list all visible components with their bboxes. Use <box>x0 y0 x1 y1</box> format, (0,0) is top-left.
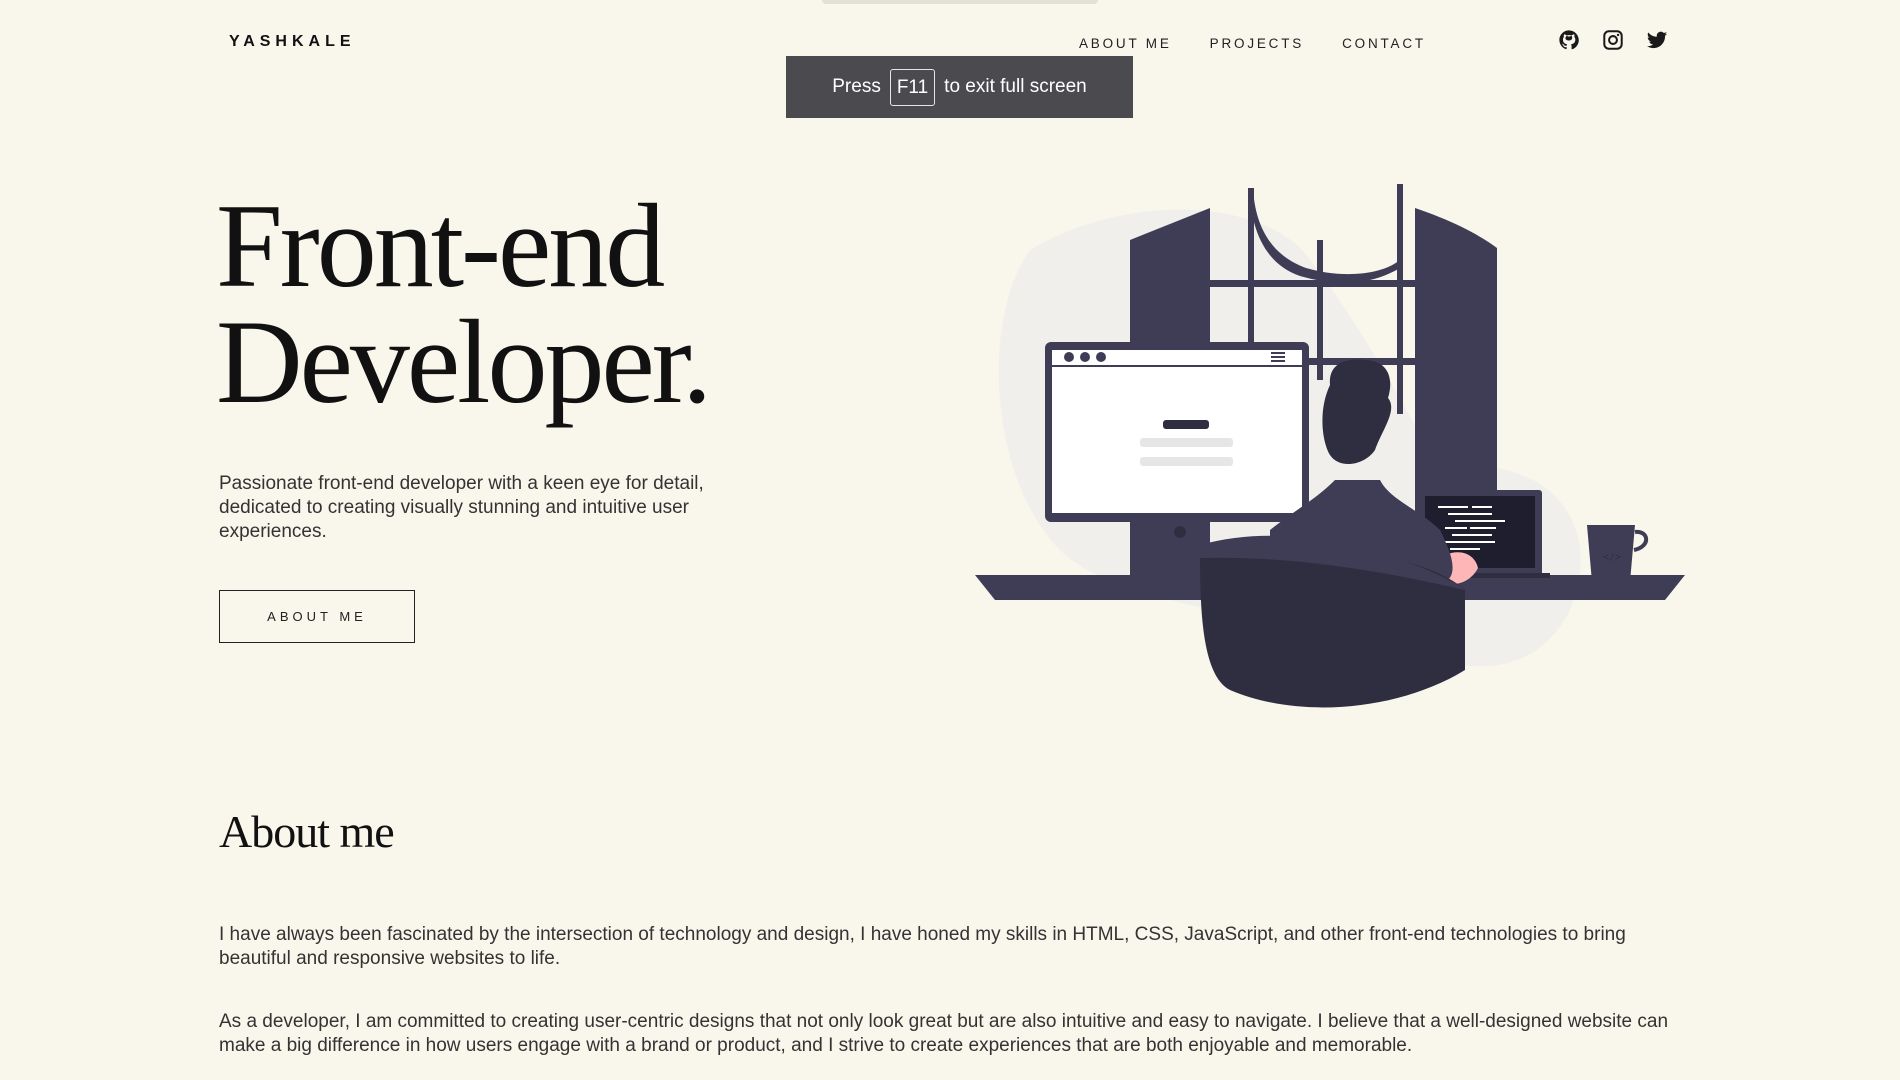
about-section-title: About me <box>219 806 395 857</box>
site-logo[interactable]: YASHKALE <box>229 33 356 51</box>
nav-contact[interactable]: CONTACT <box>1342 36 1426 51</box>
hero-description: Passionate front-end developer with a ke… <box>219 473 704 542</box>
toast-rest-text: to exit full screen <box>944 76 1087 97</box>
page: YASHKALE ABOUT ME PROJECTS CONTACT Press… <box>0 0 1900 1080</box>
hero-title: Front-end Developer. <box>216 179 712 428</box>
nav-about-me[interactable]: ABOUT ME <box>1079 36 1172 51</box>
top-drag-handle <box>822 0 1098 4</box>
main-nav: ABOUT ME PROJECTS CONTACT <box>1079 36 1426 51</box>
hero-title-line2: Developer. <box>216 295 712 428</box>
about-me-button[interactable]: ABOUT ME <box>219 590 415 643</box>
instagram-icon[interactable] <box>1602 29 1624 51</box>
nav-projects[interactable]: PROJECTS <box>1210 36 1304 51</box>
hero-title-line1: Front-end <box>216 179 665 312</box>
about-paragraph-2: As a developer, I am committed to creati… <box>219 1011 1669 1056</box>
about-paragraph-1: I have always been fascinated by the int… <box>219 924 1626 969</box>
social-links <box>1558 29 1668 51</box>
github-icon[interactable] <box>1558 29 1580 51</box>
toast-press-text: Press <box>832 76 881 97</box>
developer-illustration: </> <box>975 184 1685 708</box>
twitter-icon[interactable] <box>1646 29 1668 51</box>
fullscreen-toast: Press F11 to exit full screen <box>786 56 1133 118</box>
svg-text:</>: </> <box>1603 552 1621 563</box>
toast-key: F11 <box>889 68 936 106</box>
